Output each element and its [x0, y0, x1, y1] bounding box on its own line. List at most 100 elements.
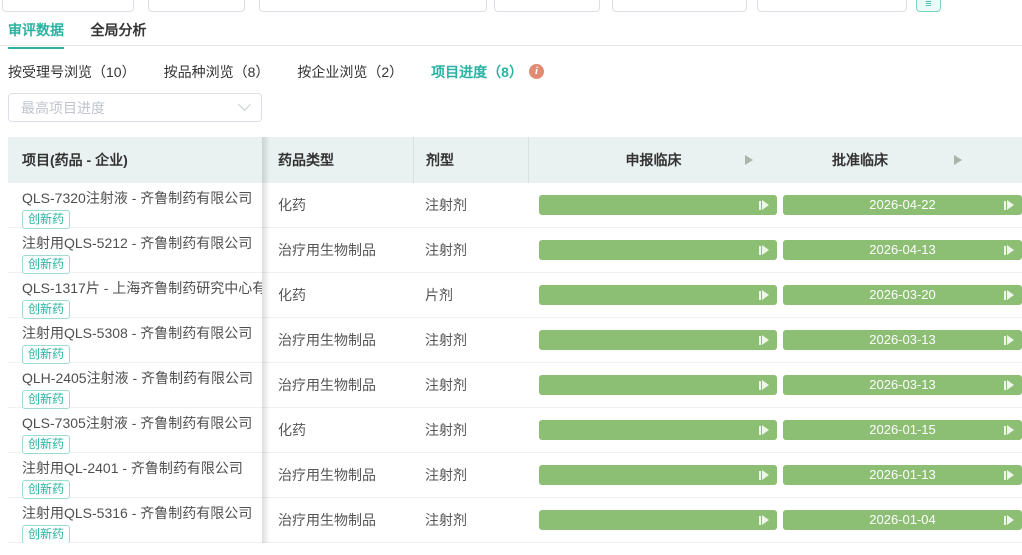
declare-clinical-cell — [528, 228, 778, 272]
declare-clinical-bar[interactable] — [539, 285, 777, 305]
main-tabs: 审评数据 全局分析 — [0, 20, 1022, 46]
filter-row: 最高项目进度 — [0, 93, 1022, 122]
project-name: 注射用QLS-5308 - 齐鲁制药有限公司 — [22, 324, 262, 342]
dosage-form-cell: 注射剂 — [413, 195, 528, 215]
step-forward-icon — [1004, 200, 1014, 210]
innovative-drug-badge: 创新药 — [22, 525, 70, 543]
step-forward-icon — [1004, 470, 1014, 480]
table-header: 项目(药品 - 企业) 药品类型 剂型 申报临床 批准临床 — [8, 137, 1022, 183]
approve-clinical-cell: 2026-04-22 — [778, 183, 1022, 227]
approve-clinical-bar[interactable]: 2026-01-15 — [783, 420, 1022, 440]
filter-input[interactable] — [612, 0, 747, 12]
declare-clinical-bar[interactable] — [539, 510, 777, 530]
project-name: QLS-7305注射液 - 齐鲁制药有限公司 — [22, 414, 262, 432]
expand-stage-icon[interactable] — [745, 155, 753, 165]
step-forward-icon — [1004, 515, 1014, 525]
approve-clinical-bar[interactable]: 2026-03-20 — [783, 285, 1022, 305]
filter-input[interactable] — [2, 0, 134, 12]
table-row: 注射用QLS-5212 - 齐鲁制药有限公司 创新药 治疗用生物制品 注射剂 2… — [8, 228, 1022, 273]
approve-clinical-cell: 2026-01-04 — [778, 498, 1022, 542]
approve-clinical-bar[interactable]: 2026-01-13 — [783, 465, 1022, 485]
column-header-declare-clinical: 申报临床 — [528, 137, 778, 183]
approve-clinical-bar[interactable]: 2026-03-13 — [783, 330, 1022, 350]
project-name: 注射用QLS-5316 - 齐鲁制药有限公司 — [22, 504, 262, 522]
declare-clinical-cell — [528, 318, 778, 362]
step-forward-icon — [759, 200, 769, 210]
declare-clinical-cell — [528, 498, 778, 542]
drug-type-cell: 化药 — [262, 195, 413, 215]
dosage-form-cell: 注射剂 — [413, 465, 528, 485]
filter-input[interactable] — [757, 0, 907, 12]
column-header-drug-type: 药品类型 — [262, 137, 413, 183]
info-icon[interactable]: i — [529, 64, 544, 79]
project-name: QLS-7320注射液 - 齐鲁制药有限公司 — [22, 189, 262, 207]
subtab-label: 项目进度（8） — [431, 62, 523, 82]
progress-table: 项目(药品 - 企业) 药品类型 剂型 申报临床 批准临床 QLS-7320注射… — [8, 137, 1022, 543]
project-cell: 注射用QLS-5308 - 齐鲁制药有限公司 创新药 — [8, 318, 262, 362]
approve-clinical-bar[interactable]: 2026-04-13 — [783, 240, 1022, 260]
chevron-down-icon — [238, 98, 251, 111]
progress-select[interactable]: 最高项目进度 — [8, 93, 262, 122]
innovative-drug-badge: 创新药 — [22, 255, 70, 274]
declare-clinical-bar[interactable] — [539, 195, 777, 215]
filter-input[interactable] — [259, 0, 487, 12]
dosage-form-cell: 注射剂 — [413, 420, 528, 440]
innovative-drug-badge: 创新药 — [22, 210, 70, 229]
dosage-form-cell: 注射剂 — [413, 240, 528, 260]
dosage-form-cell: 注射剂 — [413, 510, 528, 530]
step-forward-icon — [759, 380, 769, 390]
table-row: QLH-2405注射液 - 齐鲁制药有限公司 创新药 治疗用生物制品 注射剂 2… — [8, 363, 1022, 408]
drug-type-cell: 治疗用生物制品 — [262, 465, 413, 485]
innovative-drug-badge: 创新药 — [22, 390, 70, 409]
dosage-form-cell: 注射剂 — [413, 330, 528, 350]
table-body: QLS-7320注射液 - 齐鲁制药有限公司 创新药 化药 注射剂 2026-0… — [8, 183, 1022, 543]
column-header-label: 申报临床 — [626, 150, 682, 170]
step-forward-icon — [1004, 380, 1014, 390]
bar-date-label: 2026-04-13 — [783, 240, 1022, 260]
approve-clinical-cell: 2026-01-13 — [778, 453, 1022, 497]
project-name: QLS-1317片 - 上海齐鲁制药研究中心有限公司 — [22, 279, 262, 297]
progress-select-placeholder: 最高项目进度 — [21, 98, 105, 118]
bar-date-label: 2026-03-13 — [783, 375, 1022, 395]
declare-clinical-cell — [528, 408, 778, 452]
drug-type-cell: 治疗用生物制品 — [262, 375, 413, 395]
filter-input[interactable] — [494, 0, 600, 12]
subtab-by-acceptance-number[interactable]: 按受理号浏览（10） — [8, 62, 136, 82]
declare-clinical-bar[interactable] — [539, 420, 777, 440]
dosage-form-cell: 片剂 — [413, 285, 528, 305]
declare-clinical-cell — [528, 363, 778, 407]
column-header-project: 项目(药品 - 企业) — [8, 137, 262, 183]
bar-date-label: 2026-01-04 — [783, 510, 1022, 530]
filter-input[interactable] — [148, 0, 245, 12]
step-forward-icon — [1004, 335, 1014, 345]
approve-clinical-bar[interactable]: 2026-03-13 — [783, 375, 1022, 395]
step-forward-icon — [1004, 290, 1014, 300]
list-icon-button[interactable]: ≡ — [916, 0, 941, 12]
approve-clinical-cell: 2026-03-13 — [778, 318, 1022, 362]
tab-global-analysis[interactable]: 全局分析 — [90, 20, 146, 47]
innovative-drug-badge: 创新药 — [22, 300, 70, 319]
declare-clinical-bar[interactable] — [539, 240, 777, 260]
declare-clinical-bar[interactable] — [539, 465, 777, 485]
drug-type-cell: 治疗用生物制品 — [262, 510, 413, 530]
subtab-by-variety[interactable]: 按品种浏览（8） — [164, 62, 270, 82]
declare-clinical-cell — [528, 183, 778, 227]
expand-stage-icon[interactable] — [954, 155, 962, 165]
declare-clinical-bar[interactable] — [539, 330, 777, 350]
drug-type-cell: 治疗用生物制品 — [262, 240, 413, 260]
approve-clinical-cell: 2026-04-13 — [778, 228, 1022, 272]
project-name: 注射用QL-2401 - 齐鲁制药有限公司 — [22, 459, 262, 477]
tab-review-data[interactable]: 审评数据 — [8, 20, 64, 49]
declare-clinical-cell — [528, 273, 778, 317]
project-cell: QLS-7320注射液 - 齐鲁制药有限公司 创新药 — [8, 183, 262, 227]
approve-clinical-bar[interactable]: 2026-04-22 — [783, 195, 1022, 215]
step-forward-icon — [759, 425, 769, 435]
approve-clinical-bar[interactable]: 2026-01-04 — [783, 510, 1022, 530]
declare-clinical-bar[interactable] — [539, 375, 777, 395]
table-row: QLS-7320注射液 - 齐鲁制药有限公司 创新药 化药 注射剂 2026-0… — [8, 183, 1022, 228]
subtab-by-enterprise[interactable]: 按企业浏览（2） — [297, 62, 403, 82]
innovative-drug-badge: 创新药 — [22, 435, 70, 454]
step-forward-icon — [759, 335, 769, 345]
subtab-project-progress[interactable]: 项目进度（8） i — [431, 62, 544, 82]
project-cell: QLS-1317片 - 上海齐鲁制药研究中心有限公司 创新药 — [8, 273, 262, 317]
